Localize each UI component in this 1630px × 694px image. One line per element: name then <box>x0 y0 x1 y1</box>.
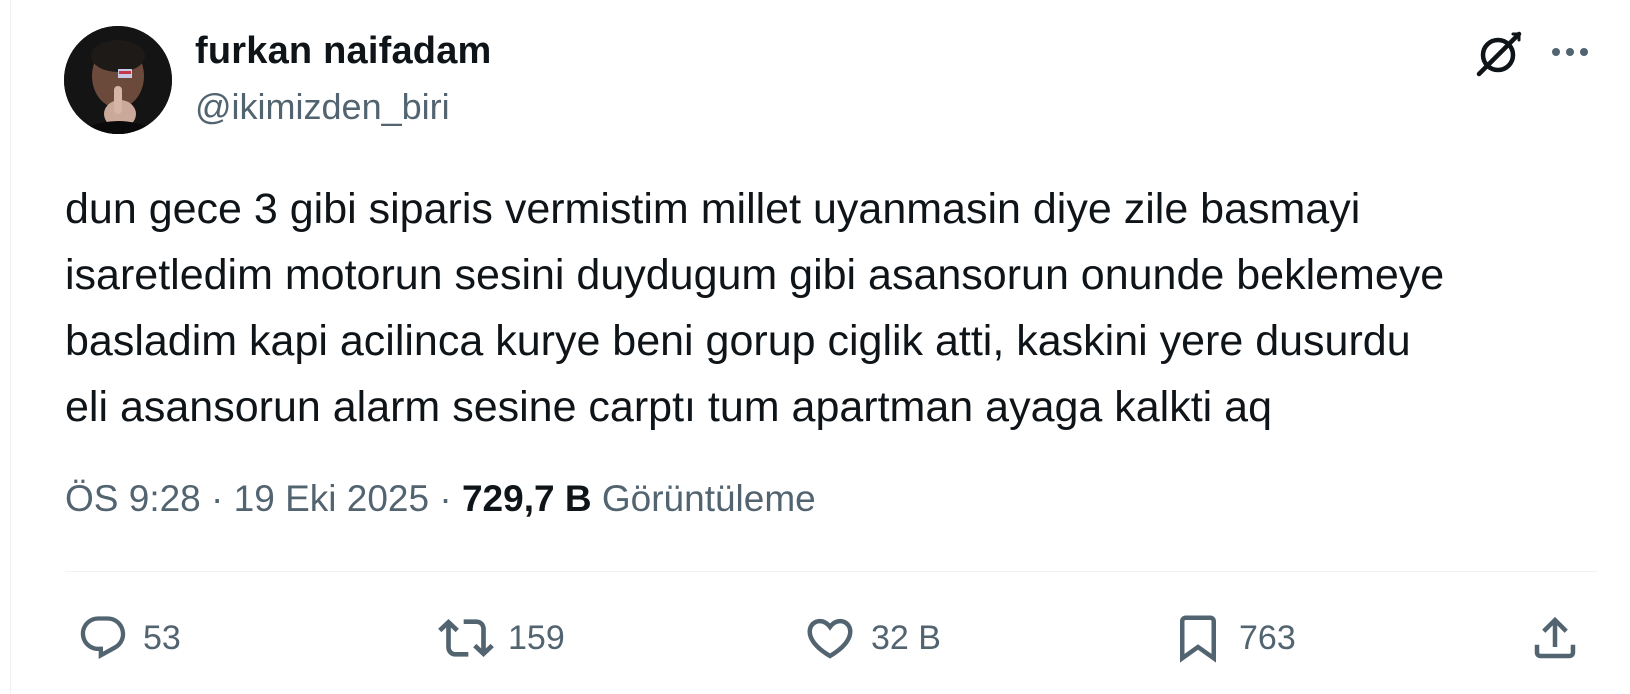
views-count: 729,7 B <box>461 478 592 519</box>
like-button[interactable]: 32 B <box>803 610 941 666</box>
retweet-count: 159 <box>508 618 565 657</box>
author-handle[interactable]: @ikimizden_biri <box>195 86 450 128</box>
avatar[interactable] <box>64 26 172 134</box>
more-options-button[interactable] <box>1547 30 1593 76</box>
share-button[interactable] <box>1528 610 1582 666</box>
tweet-card: furkan naifadam @ikimizden_biri dun gece… <box>10 0 1630 694</box>
bookmark-button[interactable]: 763 <box>1171 610 1296 666</box>
more-icon <box>1552 48 1588 56</box>
tweet-time[interactable]: ÖS 9:28 <box>65 478 201 519</box>
like-count: 32 B <box>871 618 941 657</box>
tweet-date[interactable]: 19 Eki 2025 <box>234 478 429 519</box>
reply-button[interactable]: 53 <box>77 610 181 666</box>
divider <box>65 571 1597 572</box>
tweet-meta: ÖS 9:28 · 19 Eki 2025 · 729,7 B Görüntül… <box>65 478 816 520</box>
avatar-image <box>64 26 172 134</box>
retweet-button[interactable]: 159 <box>438 610 565 666</box>
like-icon <box>807 618 853 659</box>
grok-icon <box>1476 31 1522 77</box>
grok-button[interactable] <box>1473 28 1525 80</box>
bookmark-count: 763 <box>1239 618 1296 657</box>
meta-separator: · <box>200 478 234 519</box>
tweet-text: dun gece 3 gibi siparis vermistim millet… <box>65 185 1445 431</box>
share-icon <box>1534 616 1576 659</box>
retweet-icon <box>438 619 494 657</box>
reply-icon <box>80 616 126 660</box>
reply-count: 53 <box>143 618 181 657</box>
views-label: Görüntüleme <box>591 478 816 519</box>
meta-separator: · <box>429 478 462 519</box>
author-name[interactable]: furkan naifadam <box>195 30 492 73</box>
bookmark-icon <box>1180 615 1216 663</box>
